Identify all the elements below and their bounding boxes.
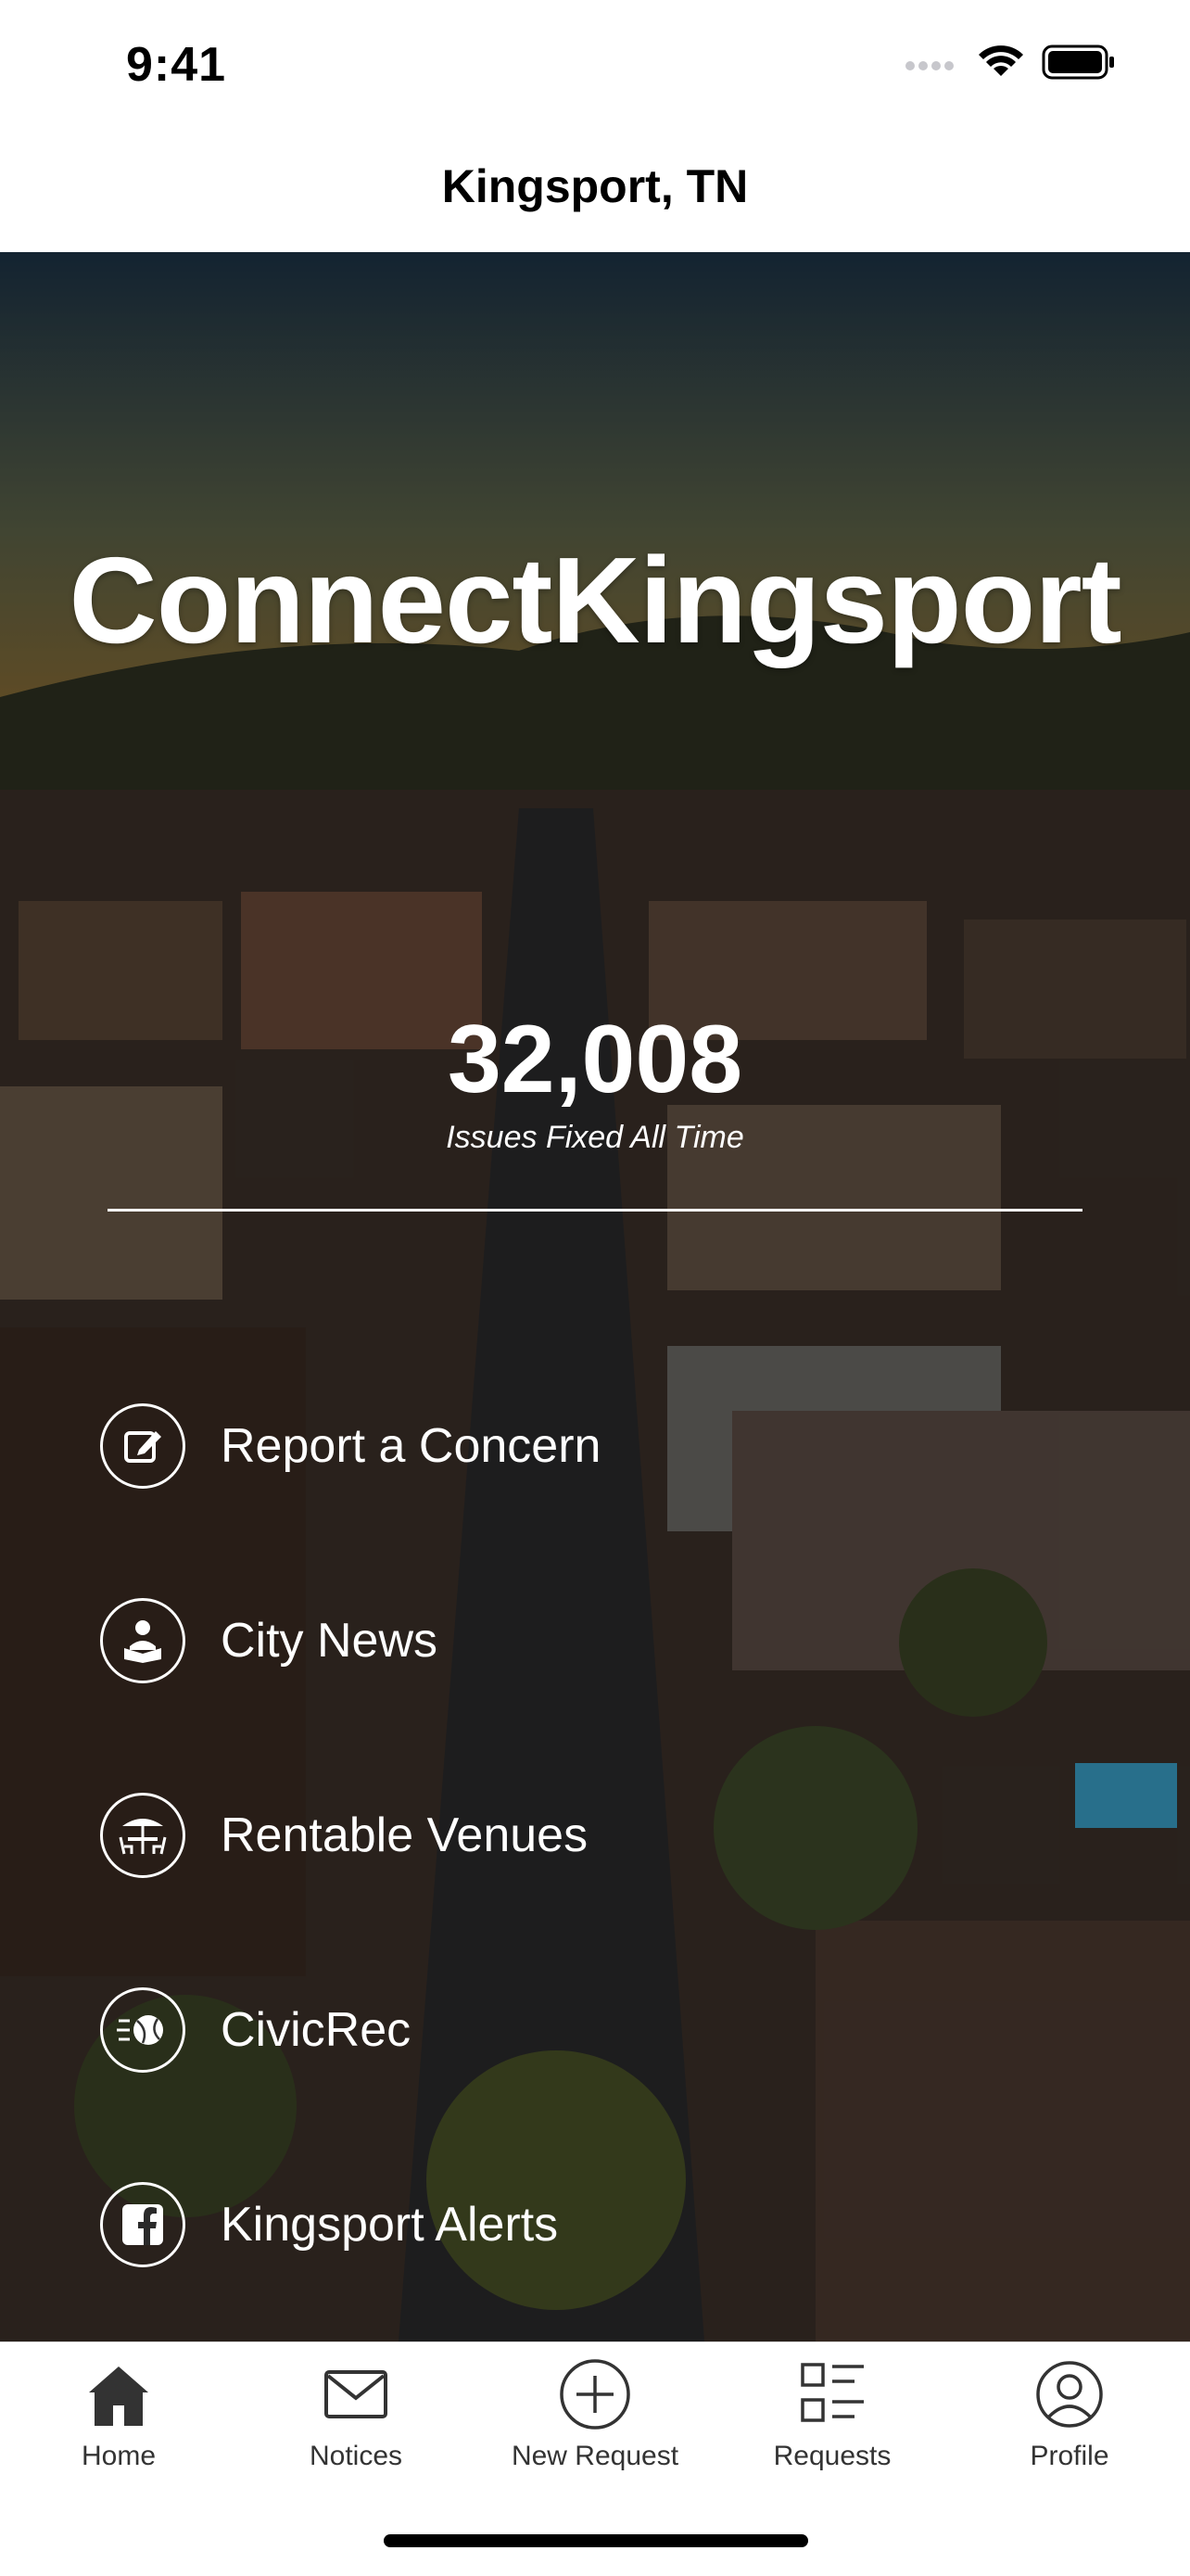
menu-item-kingsport-alerts[interactable]: Kingsport Alerts <box>100 2180 934 2269</box>
menu-item-label: Report a Concern <box>221 1419 601 1473</box>
home-indicator[interactable] <box>384 2534 808 2547</box>
status-time: 9:41 <box>126 38 227 92</box>
battery-icon <box>1042 44 1114 80</box>
list-icon <box>795 2357 869 2431</box>
issues-fixed-count: 32,008 <box>447 1006 743 1113</box>
facebook-icon <box>100 2182 185 2267</box>
menu-item-label: City News <box>221 1614 438 1668</box>
menu-item-label: Rentable Venues <box>221 1808 589 1862</box>
page-title: Kingsport, TN <box>441 160 749 212</box>
brand-logo-text: ConnectKingsport <box>69 532 1121 668</box>
status-icons <box>905 44 1116 80</box>
menu-item-rentable-venues[interactable]: Rentable Venues <box>100 1791 934 1880</box>
profile-icon <box>1032 2357 1107 2431</box>
issues-fixed-label: Issues Fixed All Time <box>446 1120 744 1155</box>
tab-label: Requests <box>773 2441 892 2471</box>
tab-label: Notices <box>309 2441 403 2471</box>
home-icon <box>82 2357 156 2431</box>
plus-circle-icon <box>558 2357 632 2431</box>
mail-icon <box>319 2357 393 2431</box>
edit-icon <box>100 1403 185 1489</box>
menu-item-city-news[interactable]: City News <box>100 1596 934 1685</box>
menu-item-label: CivicRec <box>221 2003 411 2057</box>
sports-ball-icon <box>100 1987 185 2073</box>
tab-label: Profile <box>1030 2441 1109 2471</box>
divider <box>108 1209 1082 1212</box>
menu-item-report-concern[interactable]: Report a Concern <box>100 1402 934 1491</box>
tab-new-request[interactable]: New Request <box>493 2357 697 2487</box>
tab-notices[interactable]: Notices <box>254 2357 458 2487</box>
wifi-icon <box>979 45 1023 76</box>
tab-home[interactable]: Home <box>17 2357 221 2487</box>
menu-item-label: Kingsport Alerts <box>221 2198 559 2252</box>
hero-background: ConnectKingsport 32,008 Issues Fixed All… <box>0 252 1190 2341</box>
tab-requests[interactable]: Requests <box>730 2357 934 2487</box>
tab-label: Home <box>81 2441 157 2471</box>
menu-item-civicrec[interactable]: CivicRec <box>100 1986 934 2075</box>
tab-label: New Request <box>511 2441 679 2471</box>
cellular-signal-icon <box>905 61 954 70</box>
venue-table-icon <box>100 1793 185 1878</box>
status-bar: 9:41 <box>0 0 1190 130</box>
news-reader-icon <box>100 1598 185 1683</box>
tab-profile[interactable]: Profile <box>968 2357 1171 2487</box>
